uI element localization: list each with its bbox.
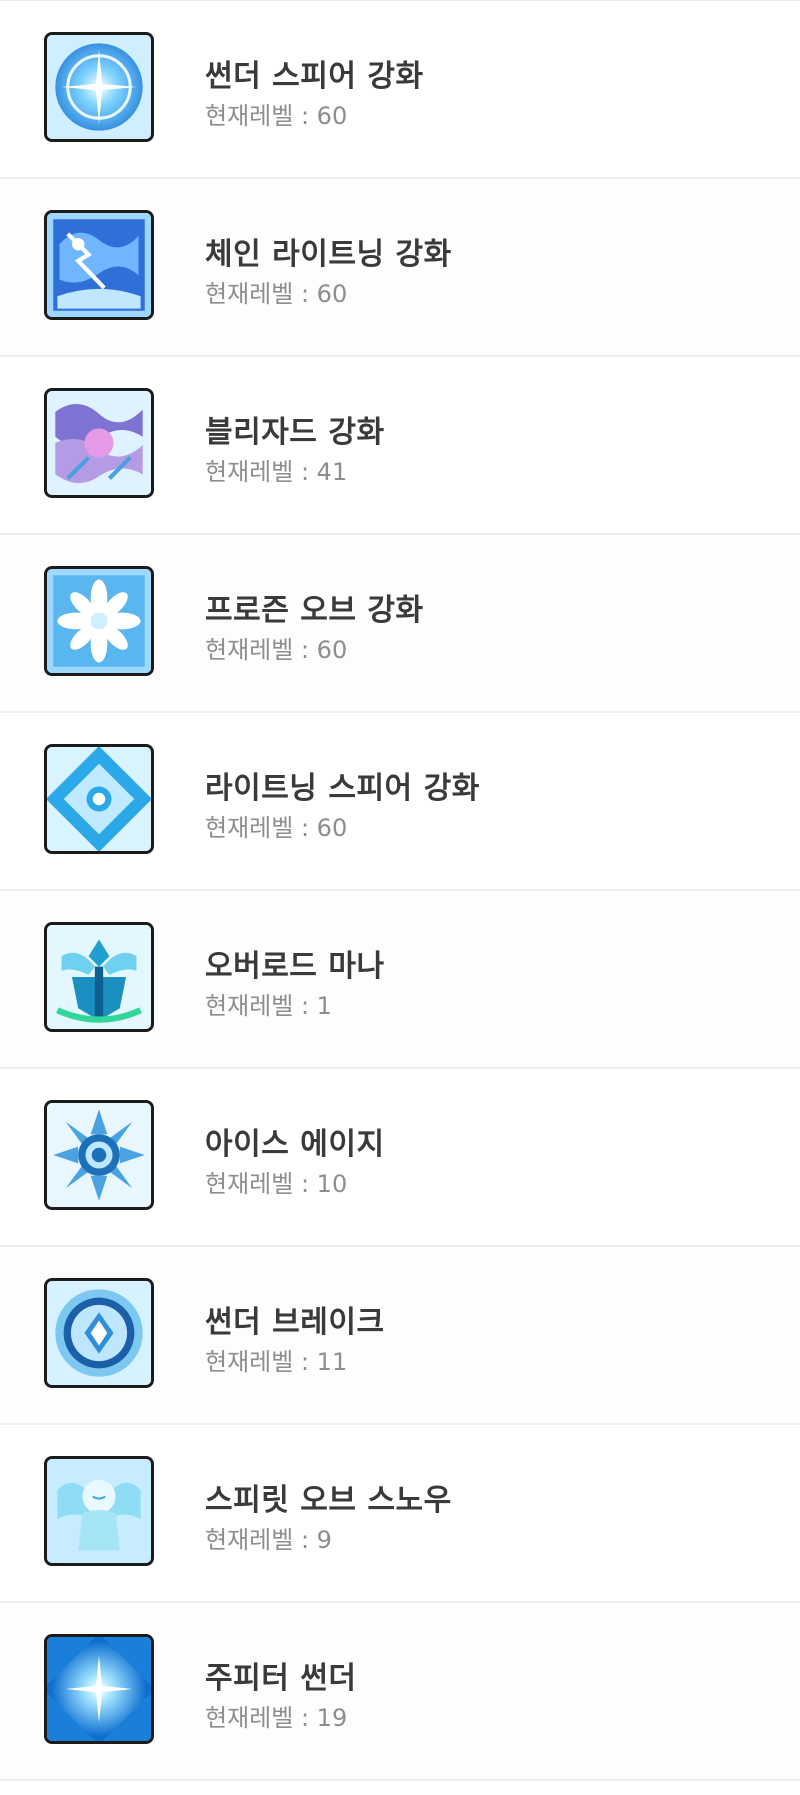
skill-name: 스피릿 오브 스노우 — [205, 1483, 452, 1518]
skill-name: 블리자드 강화 — [205, 415, 385, 450]
skill-level: 현재레벨 : 60 — [205, 808, 347, 843]
skill-row[interactable]: 스피릿 오브 스노우 현재레벨 : 9 — [0, 1425, 800, 1603]
level-separator: : — [293, 636, 317, 664]
skill-name: 썬더 스피어 강화 — [205, 59, 424, 94]
level-separator: : — [293, 992, 317, 1020]
level-label: 현재레벨 — [205, 636, 294, 664]
level-value: 41 — [316, 458, 348, 486]
skill-name: 주피터 썬더 — [205, 1661, 357, 1696]
level-separator: : — [293, 814, 317, 842]
level-value: 11 — [316, 1348, 348, 1376]
skill-row[interactable]: 블리자드 강화 현재레벨 : 41 — [0, 357, 800, 535]
level-separator: : — [293, 1348, 317, 1376]
level-value: 60 — [316, 636, 348, 664]
level-label: 현재레벨 — [205, 1348, 294, 1376]
level-value: 60 — [316, 280, 348, 308]
level-label: 현재레벨 — [205, 1526, 294, 1554]
skill-row[interactable]: 아이스 에이지 현재레벨 : 10 — [0, 1069, 800, 1247]
skill-row[interactable]: 라이트닝 스피어 강화 현재레벨 : 60 — [0, 713, 800, 891]
chain-lightning-boost-icon — [44, 210, 154, 320]
level-label: 현재레벨 — [205, 102, 294, 130]
level-separator: : — [293, 1526, 317, 1554]
skill-name: 오버로드 마나 — [205, 949, 385, 984]
level-value: 1 — [316, 992, 332, 1020]
ice-age-icon — [44, 1100, 154, 1210]
level-label: 현재레벨 — [205, 1704, 294, 1732]
level-value: 9 — [316, 1526, 332, 1554]
level-label: 현재레벨 — [205, 458, 294, 486]
skill-level: 현재레벨 : 19 — [205, 1698, 347, 1733]
lightning-spear-boost-icon — [44, 744, 154, 854]
skill-level: 현재레벨 : 60 — [205, 630, 347, 665]
level-value: 60 — [316, 814, 348, 842]
level-value: 19 — [316, 1704, 348, 1732]
overload-mana-icon — [44, 922, 154, 1032]
frozen-orb-boost-icon — [44, 566, 154, 676]
skill-row[interactable]: 체인 라이트닝 강화 현재레벨 : 60 — [0, 179, 800, 357]
skill-row[interactable]: 주피터 썬더 현재레벨 : 19 — [0, 1603, 800, 1781]
skill-name: 썬더 브레이크 — [205, 1305, 385, 1340]
skill-level: 현재레벨 : 10 — [205, 1164, 347, 1199]
level-value: 10 — [316, 1170, 348, 1198]
skill-row[interactable]: 썬더 브레이크 현재레벨 : 11 — [0, 1247, 800, 1425]
level-separator: : — [293, 1704, 317, 1732]
skill-level: 현재레벨 : 1 — [205, 986, 332, 1021]
skill-name: 라이트닝 스피어 강화 — [205, 771, 480, 806]
thunder-sphere-boost-icon — [44, 32, 154, 142]
level-separator: : — [293, 458, 317, 486]
level-separator: : — [293, 280, 317, 308]
skill-row[interactable]: 썬더 스피어 강화 현재레벨 : 60 — [0, 1, 800, 179]
level-separator: : — [293, 102, 317, 130]
level-label: 현재레벨 — [205, 992, 294, 1020]
skill-level: 현재레벨 : 60 — [205, 274, 347, 309]
jupiter-thunder-icon — [44, 1634, 154, 1744]
skill-name: 프로즌 오브 강화 — [205, 593, 424, 628]
level-label: 현재레벨 — [205, 814, 294, 842]
skill-list: 썬더 스피어 강화 현재레벨 : 60 체인 라이트닝 강화 현재레벨 : 60 — [0, 0, 800, 1781]
skill-name: 체인 라이트닝 강화 — [205, 237, 452, 272]
blizzard-boost-icon — [44, 388, 154, 498]
skill-level: 현재레벨 : 11 — [205, 1342, 347, 1377]
level-value: 60 — [316, 102, 348, 130]
spirit-of-snow-icon — [44, 1456, 154, 1566]
thunder-break-icon — [44, 1278, 154, 1388]
level-label: 현재레벨 — [205, 1170, 294, 1198]
skill-level: 현재레벨 : 9 — [205, 1520, 332, 1555]
level-separator: : — [293, 1170, 317, 1198]
level-label: 현재레벨 — [205, 280, 294, 308]
skill-level: 현재레벨 : 41 — [205, 452, 347, 487]
skill-level: 현재레벨 : 60 — [205, 96, 347, 131]
skill-row[interactable]: 프로즌 오브 강화 현재레벨 : 60 — [0, 535, 800, 713]
skill-row[interactable]: 오버로드 마나 현재레벨 : 1 — [0, 891, 800, 1069]
skill-name: 아이스 에이지 — [205, 1127, 385, 1162]
